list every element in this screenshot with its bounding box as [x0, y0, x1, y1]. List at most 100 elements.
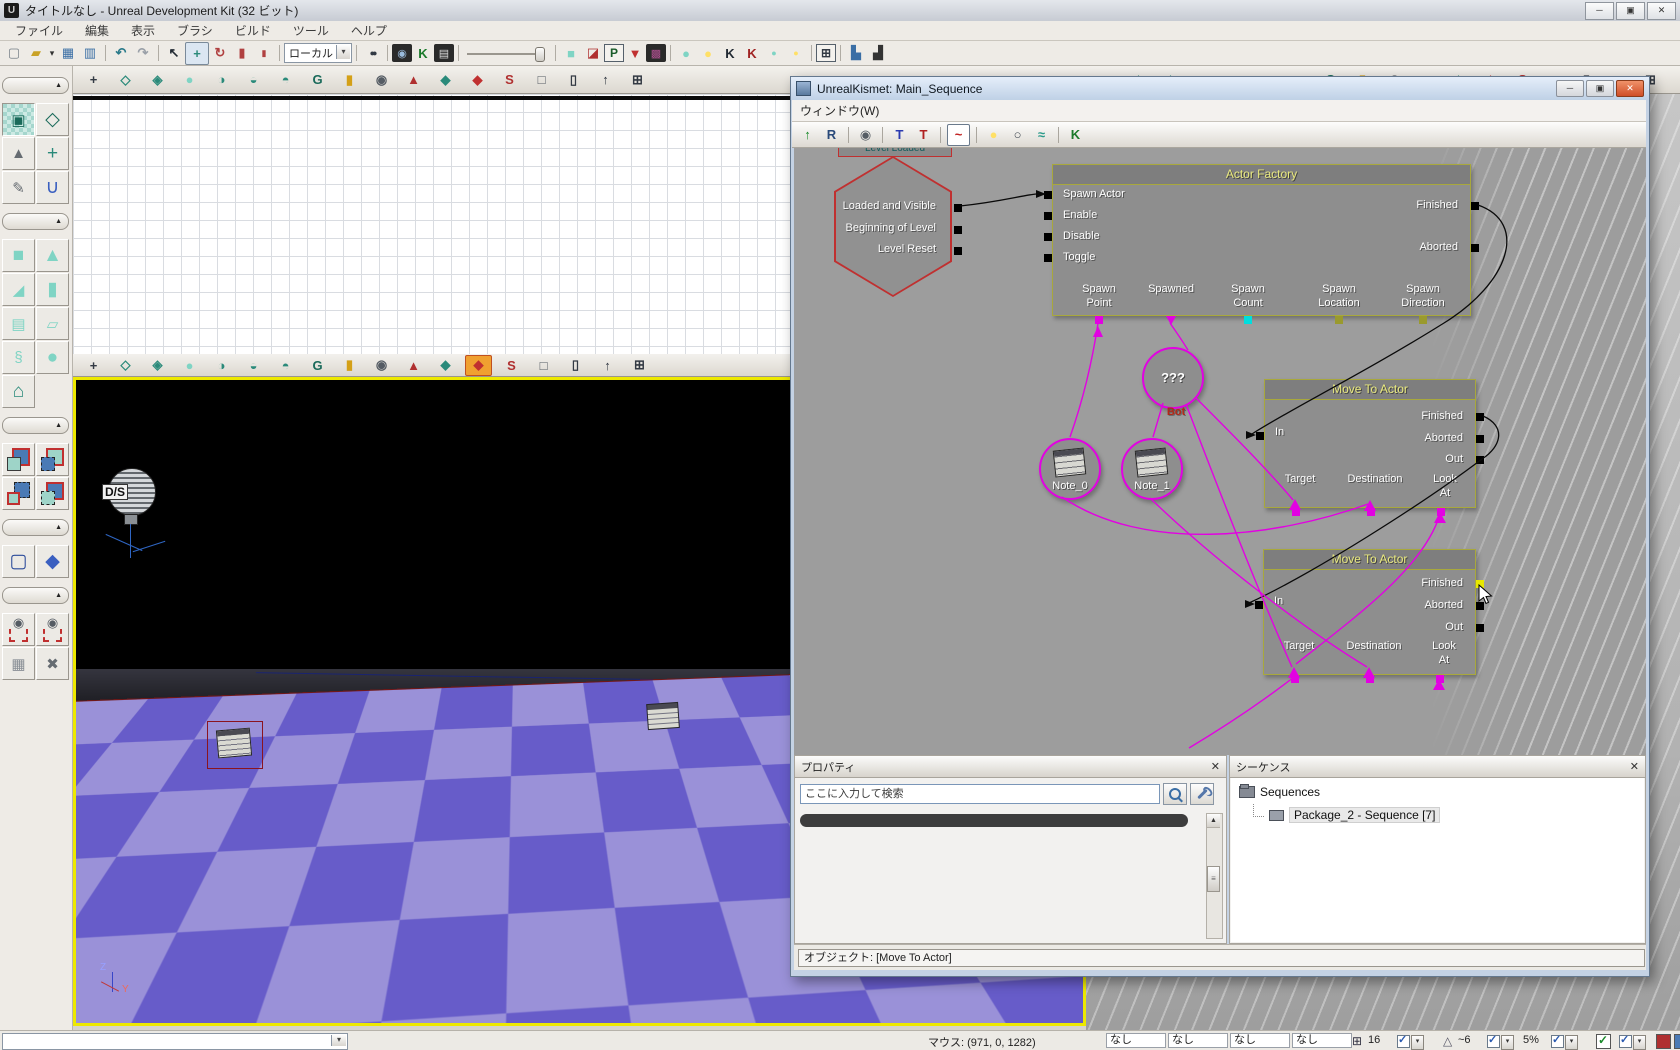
properties-close-icon[interactable]: ✕	[1211, 760, 1220, 773]
scroll-up-icon[interactable]: ▲	[1207, 814, 1220, 828]
select-box-button[interactable]: ▢	[2, 545, 35, 578]
input-port-in[interactable]	[1256, 432, 1264, 440]
viewport-pan-icon[interactable]: +	[81, 356, 106, 375]
brush-poly-icon[interactable]: ⊞	[816, 44, 836, 62]
show-sphere-icon[interactable]: ●	[675, 43, 697, 64]
toolbar-separator[interactable]	[670, 45, 671, 61]
menu-view[interactable]: 表示	[120, 22, 166, 39]
toolbar-separator[interactable]	[105, 45, 106, 61]
close-button[interactable]: ✕	[1647, 2, 1676, 20]
deploy-icon[interactable]: ▙	[845, 43, 867, 64]
properties-scrollbar[interactable]: ▲ ≡	[1206, 813, 1223, 939]
toolbar-separator[interactable]	[158, 45, 159, 61]
csg-add-button[interactable]	[2, 443, 35, 476]
actor-factory-node[interactable]: Actor Factory Spawn Actor Enable Disable…	[1052, 164, 1471, 316]
open-kismet-icon[interactable]: K	[412, 43, 434, 64]
var-port-look-at[interactable]	[1436, 675, 1444, 683]
rotation-snap-checkbox[interactable]	[1487, 1035, 1500, 1048]
path-tool-red-icon[interactable]: K	[741, 43, 763, 64]
brush-wireframe-mode-icon[interactable]: ◈	[145, 70, 170, 89]
show-selected-button[interactable]: ◉	[2, 613, 35, 646]
geometry-edit-button[interactable]: ✎	[2, 171, 35, 204]
build-lighting-icon[interactable]: ◪	[582, 43, 604, 64]
unknown-object-variable[interactable]: ???	[1142, 347, 1204, 409]
rename-sequence-icon[interactable]: R	[821, 125, 842, 145]
viewport-pan-icon[interactable]: +	[81, 70, 106, 89]
publish-icon[interactable]	[1656, 1034, 1671, 1049]
input-port-disable[interactable]	[1044, 233, 1052, 241]
properties-search-input[interactable]	[800, 784, 1160, 804]
toolbar-separator[interactable]	[555, 45, 556, 61]
save-all-icon[interactable]: ▥	[79, 43, 101, 64]
curved-stair-brush-button[interactable]: ◢	[2, 273, 35, 306]
var-port-spawn-count[interactable]	[1244, 316, 1252, 324]
redo-icon[interactable]: ↷	[132, 43, 154, 64]
open-parent-sequence-icon[interactable]: ↑	[797, 125, 818, 145]
cone-brush-button[interactable]: ▲	[36, 239, 69, 272]
wireframe-mode-icon[interactable]: ◇	[113, 70, 138, 89]
lighting-only-icon[interactable]: ◓	[273, 70, 298, 89]
toolbar-separator[interactable]	[387, 45, 388, 61]
tree-item-package[interactable]: Package_2 - Sequence [7]	[1253, 807, 1440, 823]
lit-mode-icon[interactable]: ◑	[209, 70, 234, 89]
zoom-to-selected-icon[interactable]: T	[889, 125, 910, 145]
kismet-maximize-button[interactable]: ▣	[1586, 80, 1614, 97]
open-level-icon[interactable]: ●	[983, 125, 1004, 145]
light-complexity-icon[interactable]: ▲	[401, 70, 426, 89]
status-field[interactable]: なし	[1292, 1033, 1352, 1048]
coord-system-combo[interactable]: ローカル	[284, 43, 352, 63]
minimize-button[interactable]: ─	[1585, 2, 1614, 20]
camera-pin-icon[interactable]: ↑	[595, 356, 620, 375]
play-on-device-icon[interactable]: ▼	[624, 43, 646, 64]
event-output-port[interactable]	[954, 226, 962, 234]
modes-section-header[interactable]	[2, 77, 69, 94]
toggle-lights-icon[interactable]: ●	[697, 43, 719, 64]
input-port-spawn-actor[interactable]	[1044, 191, 1052, 199]
shader-complexity-icon[interactable]: ◆	[465, 70, 490, 89]
select-section-header[interactable]	[2, 519, 69, 536]
menu-build[interactable]: ビルド	[224, 22, 282, 39]
toolbar-separator[interactable]	[279, 45, 280, 61]
visibility-section-header[interactable]	[2, 587, 69, 604]
show-flags-icon[interactable]: ◉	[369, 70, 394, 89]
shader-complexity-icon[interactable]: ◆	[465, 355, 492, 376]
kismet-close-button[interactable]: ✕	[1616, 80, 1644, 97]
sphere-brush-button[interactable]: ●	[36, 341, 69, 374]
input-port-enable[interactable]	[1044, 212, 1052, 220]
spiral-stair-brush-button[interactable]: §	[2, 341, 35, 374]
lock-viewport-icon[interactable]: ▮	[337, 356, 362, 375]
build-geometry-icon[interactable]: ■	[560, 43, 582, 64]
scrollbar-thumb[interactable]: ≡	[1207, 866, 1220, 892]
search-tool-icon[interactable]: ○	[1007, 125, 1028, 145]
note1-variable[interactable]: Note_1	[1121, 438, 1183, 500]
game-view-icon[interactable]: S	[499, 356, 524, 375]
open-matinee-icon[interactable]: ▤	[434, 44, 454, 62]
edge-clipped-icon[interactable]	[1674, 1034, 1680, 1049]
scale-nonuniform-icon[interactable]: ▮	[253, 43, 275, 64]
event-output-port[interactable]	[954, 204, 962, 212]
hide-connectors-icon[interactable]: ◉	[855, 125, 876, 145]
tree-item-sequences[interactable]: Sequences	[1239, 785, 1320, 799]
maximize-button[interactable]: ▣	[1616, 2, 1645, 20]
menu-help[interactable]: ヘルプ	[340, 22, 398, 39]
unreal-square-icon[interactable]: □	[529, 70, 554, 89]
note0-variable[interactable]: Note_0	[1039, 438, 1101, 500]
menu-file[interactable]: ファイル	[4, 22, 74, 39]
output-port-finished[interactable]	[1476, 413, 1484, 421]
terrain-mode-button[interactable]: ▲	[2, 137, 35, 170]
brush-wireframe-mode-icon[interactable]: ◈	[145, 356, 170, 375]
scale-snap-checkbox[interactable]	[1551, 1035, 1564, 1048]
search-button[interactable]	[1163, 783, 1187, 805]
toolbar-separator[interactable]	[811, 45, 812, 61]
output-port-aborted[interactable]	[1476, 435, 1484, 443]
category-bar[interactable]	[800, 814, 1188, 827]
light-actor-sprite[interactable]: D/S	[102, 468, 172, 568]
select-tool-icon[interactable]: ↖	[163, 43, 185, 64]
menu-tools[interactable]: ツール	[282, 22, 340, 39]
toolbar-separator[interactable]	[458, 45, 459, 61]
detail-lighting-icon[interactable]: ◒	[241, 70, 266, 89]
find-actors-icon[interactable]: ●●	[361, 43, 383, 64]
output-port-aborted[interactable]	[1471, 244, 1479, 252]
unlit-mode-icon[interactable]: ●	[177, 356, 202, 375]
zoom-to-fit-icon[interactable]: T	[913, 125, 934, 145]
